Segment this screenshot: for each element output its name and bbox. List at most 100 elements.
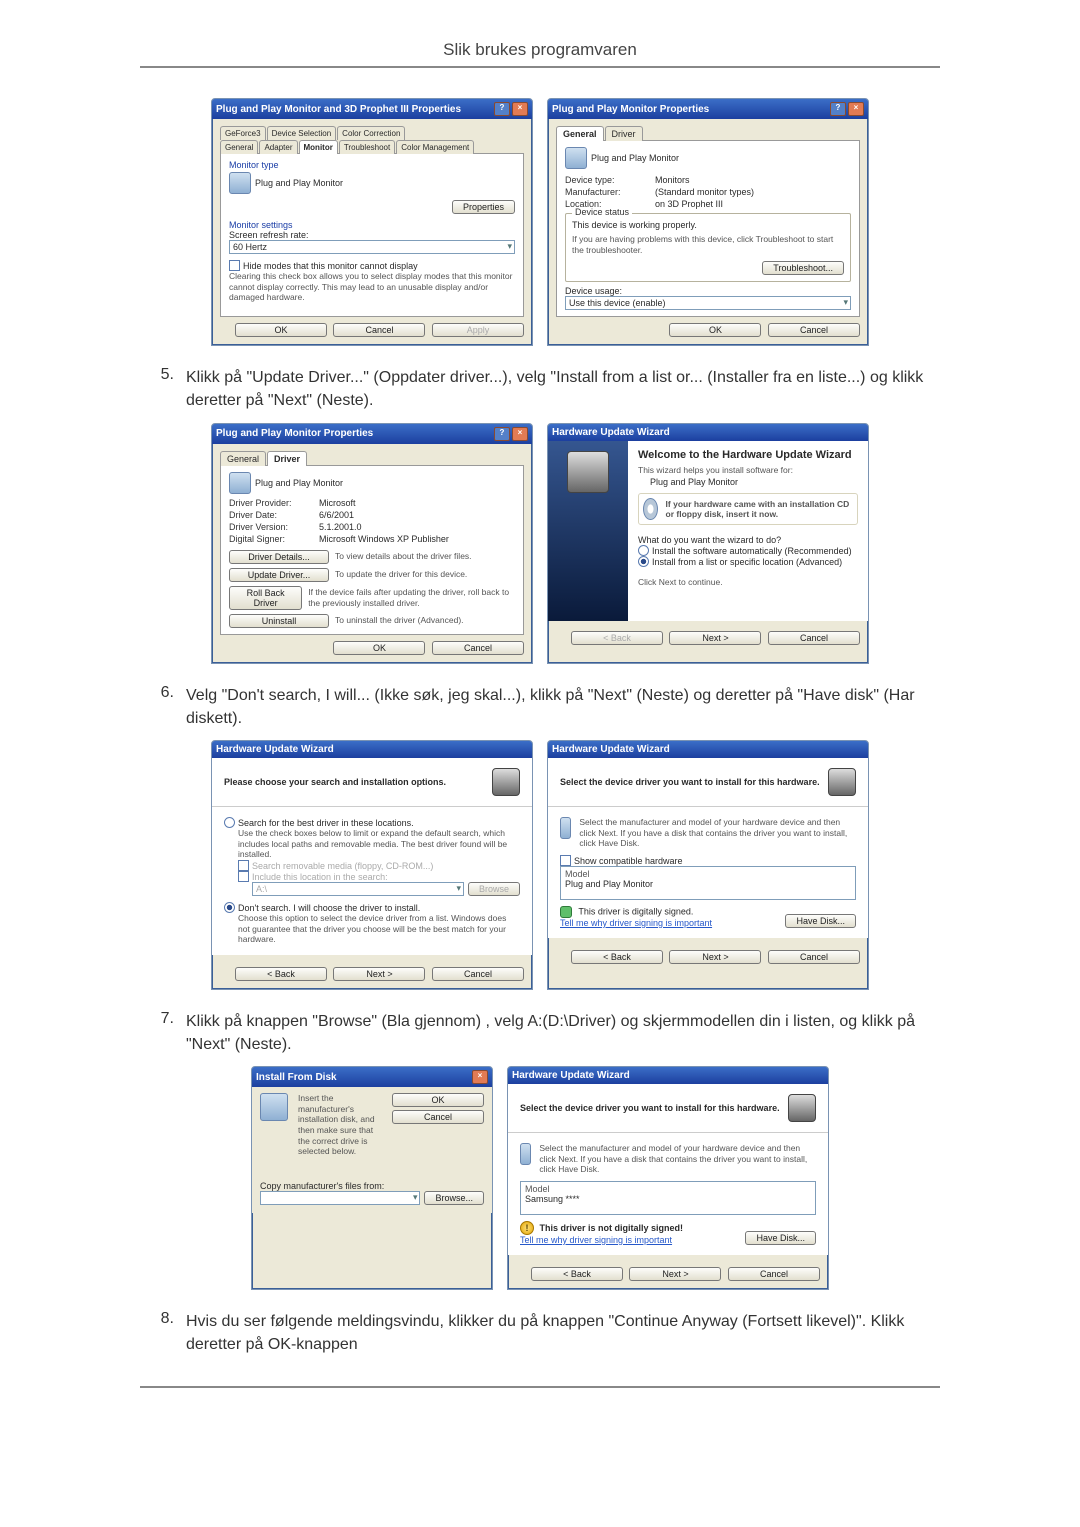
tab-row-bottom: General Adapter Monitor Troubleshoot Col… — [220, 139, 524, 153]
cancel-button[interactable]: Cancel — [333, 323, 425, 337]
ok-button[interactable]: OK — [333, 641, 425, 655]
location-value: on 3D Prophet III — [655, 199, 723, 209]
have-disk-button[interactable]: Have Disk... — [745, 1231, 816, 1245]
close-icon[interactable]: × — [512, 427, 528, 441]
tab-driver[interactable]: Driver — [605, 126, 643, 141]
signing-info-link[interactable]: Tell me why driver signing is important — [520, 1235, 683, 1245]
tab-geforce3[interactable]: GeForce3 — [220, 126, 266, 140]
cancel-button[interactable]: Cancel — [768, 950, 860, 964]
help-icon[interactable]: ? — [494, 102, 510, 116]
step-6-number: 6. — [140, 684, 186, 730]
wizard-question: What do you want the wizard to do? — [638, 535, 858, 545]
browse-button[interactable]: Browse... — [424, 1191, 484, 1205]
help-icon[interactable]: ? — [830, 102, 846, 116]
rollback-driver-button[interactable]: Roll Back Driver — [229, 586, 302, 610]
location-dropdown: A:\ — [252, 882, 464, 896]
back-button[interactable]: < Back — [531, 1267, 623, 1281]
cd-hint: If your hardware came with an installati… — [666, 499, 853, 520]
next-button[interactable]: Next > — [669, 631, 761, 645]
driver-details-button[interactable]: Driver Details... — [229, 550, 329, 564]
next-button[interactable]: Next > — [629, 1267, 721, 1281]
opt-install-auto[interactable]: Install the software automatically (Reco… — [638, 545, 858, 556]
next-button[interactable]: Next > — [669, 950, 761, 964]
show-compatible-checkbox[interactable]: Show compatible hardware — [560, 855, 856, 866]
titlebar-text: Hardware Update Wizard — [552, 427, 670, 438]
hide-modes-checkbox[interactable]: Hide modes that this monitor cannot disp… — [229, 260, 515, 271]
wizard-icon — [492, 768, 520, 796]
monitor-icon — [229, 472, 251, 494]
manufacturer-value: (Standard monitor types) — [655, 187, 754, 197]
device-usage-dropdown[interactable]: Use this device (enable) — [565, 296, 851, 310]
wizard-continue: Click Next to continue. — [638, 577, 858, 588]
signer-value: Microsoft Windows XP Publisher — [319, 534, 449, 544]
device-status-hint: If you are having problems with this dev… — [572, 234, 844, 255]
close-icon[interactable]: × — [472, 1070, 488, 1084]
titlebar[interactable]: Plug and Play Monitor Properties ? × — [548, 99, 868, 119]
device-status-text: This device is working properly. — [572, 220, 844, 230]
cancel-button[interactable]: Cancel — [392, 1110, 484, 1124]
not-signed-text: ! This driver is not digitally signed! — [520, 1221, 683, 1235]
cancel-button[interactable]: Cancel — [728, 1267, 820, 1281]
update-driver-button[interactable]: Update Driver... — [229, 568, 329, 582]
apply-button: Apply — [432, 323, 524, 337]
opt-search-best[interactable]: Search for the best driver in these loca… — [224, 817, 520, 828]
tab-troubleshoot[interactable]: Troubleshoot — [339, 140, 395, 154]
tab-color-management[interactable]: Color Management — [396, 140, 474, 154]
ok-button[interactable]: OK — [392, 1093, 484, 1107]
device-status-legend: Device status — [572, 207, 632, 217]
model-value[interactable]: Plug and Play Monitor — [565, 879, 851, 889]
ok-button[interactable]: OK — [669, 323, 761, 337]
ok-button[interactable]: OK — [235, 323, 327, 337]
properties-button[interactable]: Properties — [452, 200, 515, 214]
opt-install-list[interactable]: Install from a list or specific location… — [638, 556, 858, 567]
tab-adapter[interactable]: Adapter — [259, 140, 297, 154]
next-button[interactable]: Next > — [333, 967, 425, 981]
back-button[interactable]: < Back — [235, 967, 327, 981]
have-disk-button[interactable]: Have Disk... — [785, 914, 856, 928]
chk-include-location: Include this location in the search: — [238, 871, 520, 882]
model-value[interactable]: Samsung **** — [525, 1194, 811, 1204]
tab-general[interactable]: General — [220, 140, 258, 154]
signing-info-link[interactable]: Tell me why driver signing is important — [560, 918, 712, 928]
wizard-prompt: Please choose your search and installati… — [224, 777, 446, 787]
tab-general[interactable]: General — [556, 126, 604, 141]
step-8-text: Hvis du ser følgende meldingsvindu, klik… — [186, 1310, 940, 1356]
titlebar[interactable]: Plug and Play Monitor and 3D Prophet III… — [212, 99, 532, 119]
tab-color-correction[interactable]: Color Correction — [337, 126, 405, 140]
device-icon — [560, 817, 571, 839]
monitor-settings-label: Monitor settings — [229, 220, 515, 230]
tab-device-selection[interactable]: Device Selection — [267, 126, 337, 140]
device-type-label: Device type: — [565, 175, 645, 185]
dlg-pnp-monitor-general: Plug and Play Monitor Properties ? × Gen… — [547, 98, 869, 346]
tab-monitor[interactable]: Monitor — [299, 140, 338, 154]
model-listbox[interactable]: Model Samsung **** — [520, 1181, 816, 1215]
chk-removable-media: Search removable media (floppy, CD-ROM..… — [238, 860, 520, 871]
cancel-button[interactable]: Cancel — [432, 967, 524, 981]
cancel-button[interactable]: Cancel — [768, 323, 860, 337]
close-icon[interactable]: × — [512, 102, 528, 116]
device-usage-label: Device usage: — [565, 286, 851, 296]
refresh-rate-dropdown[interactable]: 60 Hertz — [229, 240, 515, 254]
disk-icon — [260, 1093, 288, 1121]
troubleshoot-button[interactable]: Troubleshoot... — [762, 261, 844, 275]
dlg-install-from-disk: Install From Disk × Insert the manufactu… — [251, 1066, 493, 1290]
back-button[interactable]: < Back — [571, 950, 663, 964]
titlebar-text: Hardware Update Wizard — [552, 744, 670, 755]
title-rule — [140, 66, 940, 68]
model-listbox[interactable]: Model Plug and Play Monitor — [560, 866, 856, 900]
titlebar-text: Plug and Play Monitor Properties — [552, 104, 709, 115]
cancel-button[interactable]: Cancel — [768, 631, 860, 645]
titlebar-text: Hardware Update Wizard — [216, 744, 334, 755]
copy-from-dropdown[interactable] — [260, 1191, 420, 1205]
dlg-display-properties: Plug and Play Monitor and 3D Prophet III… — [211, 98, 533, 346]
tab-general[interactable]: General — [220, 451, 266, 466]
opt-dont-search[interactable]: Don't search. I will choose the driver t… — [224, 902, 520, 913]
wizard-icon — [567, 451, 609, 493]
device-icon — [520, 1143, 531, 1165]
uninstall-button[interactable]: Uninstall — [229, 614, 329, 628]
close-icon[interactable]: × — [848, 102, 864, 116]
cancel-button[interactable]: Cancel — [432, 641, 524, 655]
tab-driver[interactable]: Driver — [267, 451, 307, 466]
help-icon[interactable]: ? — [494, 427, 510, 441]
wizard-device-name: Plug and Play Monitor — [650, 477, 858, 487]
